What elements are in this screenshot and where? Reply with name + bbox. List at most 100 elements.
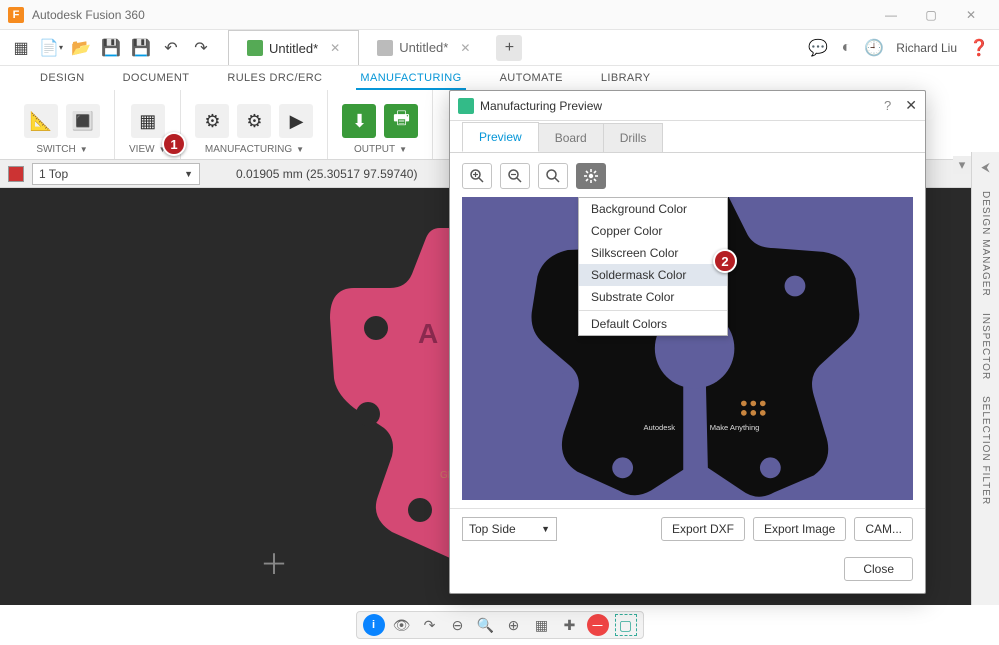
cam-processor-icon[interactable]: ⚙: [195, 104, 229, 138]
play-icon[interactable]: ▶: [279, 104, 313, 138]
export-dxf-button[interactable]: Export DXF: [661, 517, 745, 541]
export-image-button[interactable]: Export Image: [753, 517, 846, 541]
menu-item-silkscreen-color[interactable]: Silkscreen Color: [579, 242, 727, 264]
zoom-in-icon[interactable]: ⊕: [503, 614, 525, 636]
coordinates-readout: 0.01905 mm (25.30517 97.59740): [236, 167, 417, 181]
document-tab-active[interactable]: Untitled* ✕: [228, 30, 359, 65]
notifications-icon[interactable]: 💬: [804, 34, 832, 62]
dialog-tab-board[interactable]: Board: [538, 123, 604, 152]
grid-icon[interactable]: ▦: [531, 614, 553, 636]
plus-grid-icon[interactable]: ✚: [559, 614, 581, 636]
open-icon[interactable]: 📂: [66, 33, 96, 63]
dialog-close-icon[interactable]: ✕: [905, 97, 917, 114]
document-tab-inactive[interactable]: Untitled* ✕: [359, 30, 488, 65]
dock-arrow-icon[interactable]: ⮜: [981, 160, 990, 175]
ribbon-group-switch: 📐 🔳 SWITCH ▼: [10, 90, 115, 159]
cam-button[interactable]: CAM...: [854, 517, 913, 541]
document-type-icon: [247, 40, 263, 56]
panel-tab-inspector[interactable]: INSPECTOR: [980, 313, 991, 380]
dialog-toolbar: [450, 153, 925, 197]
tab-close-icon[interactable]: ✕: [460, 41, 470, 55]
dialog-footer: Top Side ▼ Export DXF Export Image CAM..…: [450, 508, 925, 549]
eye-icon[interactable]: 👁: [391, 614, 413, 636]
dialog-titlebar[interactable]: Manufacturing Preview ? ✕: [450, 91, 925, 121]
save-icon[interactable]: 💾: [96, 33, 126, 63]
ribbon-label: SWITCH: [36, 144, 75, 155]
redo-icon[interactable]: ↷: [419, 614, 441, 636]
switch-schematic-icon[interactable]: 📐: [24, 104, 58, 138]
settings-gear-icon[interactable]: [576, 163, 606, 189]
panel-tab-design-manager[interactable]: DESIGN MANAGER: [980, 191, 991, 297]
undo-icon[interactable]: ↶: [156, 33, 186, 63]
ribbon-tabs: DESIGN DOCUMENT RULES DRC/ERC MANUFACTUR…: [0, 66, 999, 90]
menu-item-default-colors[interactable]: Default Colors: [579, 313, 727, 335]
window-close-button[interactable]: ✕: [951, 1, 991, 29]
export-green-icon[interactable]: ⬇: [342, 104, 376, 138]
file-menu-icon[interactable]: 📄▾: [36, 33, 66, 63]
zoom-fit-icon[interactable]: [538, 163, 568, 189]
clock-icon[interactable]: 🕘: [860, 34, 888, 62]
menu-item-substrate-color[interactable]: Substrate Color: [579, 286, 727, 308]
chevron-down-icon: ▼: [184, 169, 193, 179]
new-tab-button[interactable]: +: [496, 35, 522, 61]
stop-icon[interactable]: —: [587, 614, 609, 636]
layer-color-swatch[interactable]: [8, 166, 24, 182]
caret-down-icon[interactable]: ▼: [399, 145, 407, 154]
annotation-bubble-2: 2: [713, 249, 737, 273]
jobs-icon[interactable]: ◐: [832, 34, 860, 62]
panel-tab-selection-filter[interactable]: SELECTION FILTER: [980, 396, 991, 505]
tab-close-icon[interactable]: ✕: [330, 41, 340, 55]
panel-expand-icon[interactable]: ▾: [953, 156, 971, 174]
zoom-out-icon[interactable]: [500, 163, 530, 189]
dialog-tab-drills[interactable]: Drills: [603, 123, 664, 152]
window-minimize-button[interactable]: —: [871, 1, 911, 29]
help-icon[interactable]: ❓: [965, 34, 993, 62]
ribbon-tab-document[interactable]: DOCUMENT: [119, 68, 194, 90]
quick-access-toolbar: ▦ 📄▾ 📂 💾 💾 ↶ ↷ Untitled* ✕ Untitled* ✕ +…: [0, 30, 999, 66]
menu-separator: [579, 310, 727, 311]
zoom-out-icon[interactable]: ⊖: [447, 614, 469, 636]
side-select[interactable]: Top Side ▼: [462, 517, 557, 541]
ribbon-tab-automate[interactable]: AUTOMATE: [496, 68, 567, 90]
ribbon-group-output: ⬇ 🖶 OUTPUT▼: [328, 90, 433, 159]
redo-icon[interactable]: ↷: [186, 33, 216, 63]
dialog-title: Manufacturing Preview: [480, 99, 884, 113]
window-maximize-button[interactable]: ▢: [911, 1, 951, 29]
save-all-icon[interactable]: 💾: [126, 33, 156, 63]
switch-3d-icon[interactable]: 🔳: [66, 104, 100, 138]
side-select-value: Top Side: [469, 522, 516, 536]
zoom-in-icon[interactable]: [462, 163, 492, 189]
crosshair-cursor-icon: ＋: [260, 543, 288, 583]
document-type-icon: [377, 40, 393, 56]
menu-item-copper-color[interactable]: Copper Color: [579, 220, 727, 242]
print-green-icon[interactable]: 🖶: [384, 104, 418, 138]
ribbon-tab-design[interactable]: DESIGN: [36, 68, 89, 90]
ribbon-tab-manufacturing[interactable]: MANUFACTURING: [356, 68, 465, 90]
close-button[interactable]: Close: [844, 557, 913, 581]
titlebar: F Autodesk Fusion 360 — ▢ ✕: [0, 0, 999, 30]
dialog-preview-viewport[interactable]: A Autodesk Make Anything Background Colo…: [462, 197, 913, 500]
dialog-tabs: Preview Board Drills: [450, 121, 925, 153]
annotation-bubble-1: 1: [162, 132, 186, 156]
document-tab-label: Untitled*: [399, 40, 448, 55]
logo-a-icon: A: [418, 318, 438, 349]
layer-select-value: 1 Top: [39, 167, 68, 181]
menu-item-background-color[interactable]: Background Color: [579, 198, 727, 220]
user-name[interactable]: Richard Liu: [896, 41, 957, 55]
dialog-tab-preview[interactable]: Preview: [462, 122, 539, 152]
preview-icon[interactable]: ⚙: [237, 104, 271, 138]
data-panel-icon[interactable]: ▦: [6, 33, 36, 63]
dialog-help-icon[interactable]: ?: [884, 98, 891, 113]
info-icon[interactable]: i: [363, 614, 385, 636]
right-panel-dock: ⮜ DESIGN MANAGER INSPECTOR SELECTION FIL…: [971, 152, 999, 605]
selection-box-icon[interactable]: ▢: [615, 614, 637, 636]
ribbon-tab-library[interactable]: LIBRARY: [597, 68, 655, 90]
document-tab-label: Untitled*: [269, 41, 318, 56]
layer-select[interactable]: 1 Top ▼: [32, 163, 200, 185]
menu-item-soldermask-color[interactable]: Soldermask Color: [579, 264, 727, 286]
grid-icon[interactable]: ▦: [131, 104, 165, 138]
caret-down-icon[interactable]: ▼: [296, 145, 304, 154]
zoom-icon[interactable]: 🔍: [475, 614, 497, 636]
caret-down-icon[interactable]: ▼: [80, 145, 88, 154]
ribbon-tab-rules[interactable]: RULES DRC/ERC: [223, 68, 326, 90]
